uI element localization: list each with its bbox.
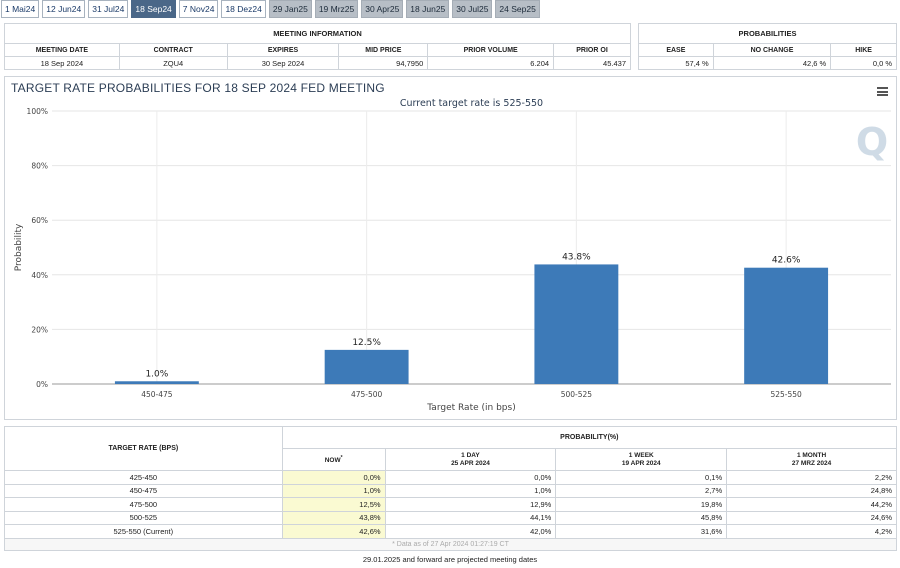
target-rate-cell: 450-475 <box>4 483 283 498</box>
one-day-cell: 0,0% <box>384 470 557 485</box>
meeting-information-table: MEETING INFORMATION MEETING DATE CONTRAC… <box>4 23 631 70</box>
header-1-day: 1 DAY 25 APR 2024 <box>384 448 557 471</box>
header-contract: CONTRACT <box>118 43 228 57</box>
meeting-tab[interactable]: 12 Jun24 <box>42 0 86 18</box>
now-cell: 1,0% <box>281 483 386 498</box>
y-tick-label: 80% <box>31 162 48 171</box>
one-day-cell: 1,0% <box>384 483 557 498</box>
bar <box>534 264 619 384</box>
header-prior-volume: PRIOR VOLUME <box>427 43 555 57</box>
header-now: NOW* <box>281 448 386 471</box>
header-ease: EASE <box>638 43 714 57</box>
contract-value: ZQU4 <box>118 56 228 70</box>
y-tick-label: 20% <box>31 325 48 334</box>
now-cell: 12,5% <box>281 497 386 512</box>
prior-oi-value: 45.437 <box>553 56 631 70</box>
bar <box>744 267 829 384</box>
meeting-tab[interactable]: 19 Mrz25 <box>314 0 359 18</box>
header-no-change: NO CHANGE <box>712 43 832 57</box>
one-week-cell: 0,1% <box>555 470 728 485</box>
header-hike: HIKE <box>830 43 897 57</box>
x-tick-label: 500-525 <box>561 390 593 399</box>
meeting-date-tabs: 1 Mai24 12 Jun24 31 Jul24 18 Sep24 7 Nov24 18… <box>0 0 900 19</box>
ease-value: 57,4 % <box>638 56 714 70</box>
meeting-tab[interactable]: 29 Jan25 <box>268 0 312 18</box>
meeting-date-value: 18 Sep 2024 <box>4 56 120 70</box>
table-row: 525-550 (Current) 42,6% 42,0% 31,6% 4,2% <box>4 524 897 539</box>
y-axis-label: Probability <box>14 223 24 271</box>
meeting-tab[interactable]: 24 Sep25 <box>495 0 540 18</box>
meeting-tab[interactable]: 18 Sep24 <box>131 0 176 18</box>
table-row: 500-525 43,8% 44,1% 45,8% 24,6% <box>4 510 897 525</box>
probabilities-title: PROBABILITIES <box>638 23 897 44</box>
footer-note: 29.01.2025 and forward are projected mee… <box>362 555 538 564</box>
chart-subtitle: Current target rate is 525-550 <box>400 98 543 109</box>
bar-chart: Current target rate is 525-550 0% 20% 40% 60… <box>14 98 891 413</box>
meeting-tab[interactable]: 1 Mai24 <box>1 0 40 18</box>
one-month-cell: 44,2% <box>726 497 897 512</box>
bar <box>114 381 199 384</box>
target-rate-cell: 475-500 <box>4 497 283 512</box>
x-tick-label: 450-475 <box>141 390 173 399</box>
meeting-tab[interactable]: 18 Dez24 <box>221 0 266 18</box>
header-1-month: 1 MONTH 27 MRZ 2024 <box>726 448 897 471</box>
probabilities-table: PROBABILITIES EASE NO CHANGE HIKE 57,4 %… <box>638 23 897 70</box>
target-rate-cell: 500-525 <box>4 510 283 525</box>
meeting-information-title: MEETING INFORMATION <box>4 23 631 44</box>
one-week-cell: 2,7% <box>555 483 728 498</box>
one-month-cell: 24,8% <box>726 483 897 498</box>
x-tick-label: 475-500 <box>351 390 383 399</box>
data-label: 42.6% <box>772 256 801 266</box>
probability-history-table: TARGET RATE (BPS) PROBABILITY(%) NOW* 1 … <box>4 426 898 551</box>
now-cell: 43,8% <box>281 510 386 525</box>
meeting-tab[interactable]: 31 Jul24 <box>88 0 129 18</box>
one-month-cell: 24,6% <box>726 510 897 525</box>
data-label: 43.8% <box>562 252 591 262</box>
chart-panel: TARGET RATE PROBABILITIES FOR 18 SEP 202… <box>4 76 897 420</box>
one-week-cell: 45,8% <box>555 510 728 525</box>
y-tick-label: 40% <box>31 271 48 280</box>
data-timestamp-note: * Data as of 27 Apr 2024 01:27:19 CT <box>4 537 897 551</box>
expires-value: 30 Sep 2024 <box>226 56 340 70</box>
meeting-tab[interactable]: 7 Nov24 <box>178 0 219 18</box>
one-week-cell: 19,8% <box>555 497 728 512</box>
header-target-rate: TARGET RATE (BPS) <box>4 426 283 471</box>
one-day-cell: 44,1% <box>384 510 557 525</box>
table-row: 425-450 0,0% 0,0% 0,1% 2,2% <box>4 470 897 485</box>
mid-price-value: 94,7950 <box>338 56 429 70</box>
one-week-cell: 31,6% <box>555 524 728 539</box>
prior-volume-value: 6.204 <box>427 56 555 70</box>
data-label: 1.0% <box>145 369 168 379</box>
watermark-logo: Q <box>856 120 888 164</box>
header-meeting-date: MEETING DATE <box>4 43 120 57</box>
now-cell: 42,6% <box>281 524 386 539</box>
one-day-cell: 12,9% <box>384 497 557 512</box>
header-expires: EXPIRES <box>226 43 340 57</box>
no-change-value: 42,6 % <box>712 56 832 70</box>
one-month-cell: 2,2% <box>726 470 897 485</box>
table-row: 450-475 1,0% 1,0% 2,7% 24,8% <box>4 483 897 498</box>
header-prior-oi: PRIOR OI <box>553 43 631 57</box>
one-day-cell: 42,0% <box>384 524 557 539</box>
header-1-week: 1 WEEK 19 APR 2024 <box>555 448 728 471</box>
header-probability: PROBABILITY(%) <box>281 426 898 449</box>
header-mid-price: MID PRICE <box>338 43 429 57</box>
x-tick-label: 525-550 <box>770 390 802 399</box>
table-row: 475-500 12,5% 12,9% 19,8% 44,2% <box>4 497 897 512</box>
hike-value: 0,0 % <box>830 56 897 70</box>
y-tick-label: 0% <box>36 380 48 389</box>
y-tick-label: 60% <box>31 216 48 225</box>
y-tick-label: 100% <box>27 107 48 116</box>
meeting-tab[interactable]: 18 Jun25 <box>406 0 450 18</box>
bar <box>324 349 409 384</box>
now-cell: 0,0% <box>281 470 386 485</box>
x-axis-label: Target Rate (in bps) <box>426 403 515 413</box>
target-rate-cell: 425-450 <box>4 470 283 485</box>
one-month-cell: 4,2% <box>726 524 897 539</box>
target-rate-cell: 525-550 (Current) <box>4 524 283 539</box>
meeting-tab[interactable]: 30 Apr25 <box>361 0 404 18</box>
meeting-tab[interactable]: 30 Jul25 <box>452 0 493 18</box>
data-label: 12.5% <box>352 338 381 348</box>
